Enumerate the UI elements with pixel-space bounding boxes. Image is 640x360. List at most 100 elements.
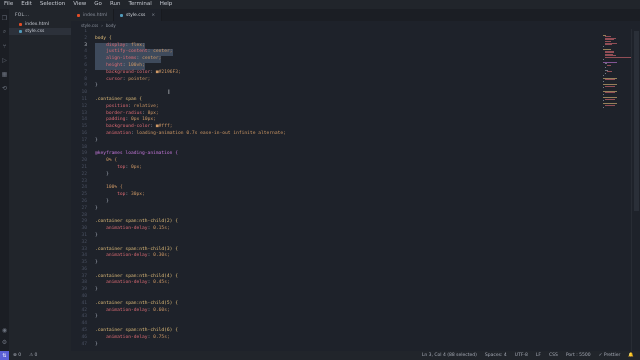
tab-style-css[interactable]: style.css × — [114, 9, 163, 21]
explorer-header[interactable]: FOL... — [9, 9, 71, 21]
tab-label: style.css — [126, 12, 146, 18]
code-line[interactable]: 38 animation-delay: 0.45s; — [71, 280, 601, 287]
code-line[interactable]: 5 align-items: center; — [71, 56, 601, 63]
code-text: } — [95, 314, 98, 320]
code-line[interactable]: 35} — [71, 260, 601, 267]
code-line[interactable]: 30 animation-delay: 0.15s; — [71, 226, 601, 233]
code-line[interactable]: 11 .container span { — [71, 97, 601, 104]
live-server-port[interactable]: Port : 5500 — [562, 353, 595, 358]
code-text: animation-delay: 0.30s; — [106, 253, 170, 259]
code-line[interactable]: 16 animation: loading-animation 0.7s eas… — [71, 131, 601, 138]
run-debug-icon[interactable]: ▷ — [0, 55, 9, 65]
minimap[interactable] — [601, 29, 631, 351]
code-line[interactable]: 23 — [71, 179, 601, 186]
settings-icon[interactable]: ⚙ — [0, 339, 9, 346]
code-line[interactable]: 22 } — [71, 172, 601, 179]
explorer-icon[interactable]: ❐ — [0, 13, 9, 23]
html-file-icon — [19, 23, 22, 26]
code-line[interactable]: 6 height: 100vh; — [71, 62, 601, 70]
code-line[interactable]: 34 animation-delay: 0.30s; — [71, 253, 601, 260]
file-item-index[interactable]: index.html — [9, 21, 71, 28]
code-editor[interactable]: 1 2 body {3 display: flex; 4 justify-conten… — [71, 29, 601, 351]
code-text: } — [95, 171, 109, 177]
breadcrumb-item-symbol[interactable]: body — [106, 23, 116, 28]
code-line[interactable]: 10 — [71, 90, 601, 97]
code-line[interactable]: 12 position: relative; — [71, 104, 601, 111]
menu-item-terminal[interactable]: Terminal — [124, 0, 155, 9]
encoding[interactable]: UTF-8 — [511, 353, 532, 358]
code-line[interactable]: 20 0% { — [71, 158, 601, 165]
line-number: 20 — [81, 158, 87, 164]
search-icon[interactable]: ⌕ — [0, 27, 9, 37]
extensions-icon[interactable]: ▦ — [0, 69, 9, 79]
tab-index-html[interactable]: index.html — [71, 9, 114, 21]
explorer-sidebar: FOL... index.html style.css — [9, 9, 71, 351]
code-line[interactable]: 25 top: 30px; — [71, 192, 601, 199]
code-text: background-color: ■#fff; — [106, 124, 173, 130]
line-number: 26 — [81, 198, 87, 204]
code-line[interactable]: 27} — [71, 206, 601, 213]
menu-item-view[interactable]: View — [69, 0, 90, 9]
code-line[interactable]: 15 background-color: ■#fff; — [71, 124, 601, 131]
scrollbar-thumb[interactable] — [634, 31, 639, 211]
minimap-line — [607, 65, 612, 66]
code-line[interactable]: 43} — [71, 314, 601, 321]
code-line[interactable]: 1 — [71, 29, 601, 36]
line-number: 31 — [81, 232, 87, 238]
code-text: animation-delay: 0.75s; — [106, 334, 170, 340]
menu-item-run[interactable]: Run — [106, 0, 125, 9]
menu-item-go[interactable]: Go — [90, 0, 106, 9]
code-line[interactable]: 24 100% { — [71, 185, 601, 192]
code-text: } — [95, 198, 109, 204]
mouse-cursor-icon: I — [168, 89, 170, 96]
code-text: .container span:nth-child(6) { — [95, 328, 178, 334]
code-line[interactable]: 32 — [71, 240, 601, 247]
account-icon[interactable]: ◉ — [0, 327, 9, 334]
code-line[interactable]: 41 .container span:nth-child(5) { — [71, 301, 601, 308]
code-line[interactable]: 21 top: 0px; — [71, 165, 601, 172]
menu-item-help[interactable]: Help — [156, 0, 177, 9]
code-line[interactable]: 39} — [71, 287, 601, 294]
menu-item-edit[interactable]: Edit — [17, 0, 36, 9]
bell-icon[interactable]: 🔔 — [624, 353, 638, 358]
code-line[interactable]: 40 — [71, 294, 601, 301]
end-of-line[interactable]: LF — [532, 353, 545, 358]
source-control-icon[interactable]: ⑂ — [0, 41, 9, 51]
code-line[interactable]: 7 background-color: ■#2196F3; — [71, 70, 601, 77]
minimap-line — [605, 57, 631, 58]
prettier-status[interactable]: ✓ Prettier — [595, 353, 625, 358]
html-file-icon — [77, 13, 80, 17]
minimap-line — [605, 98, 616, 100]
code-line[interactable]: 46 animation-delay: 0.75s; — [71, 335, 601, 342]
vertical-scrollbar[interactable] — [631, 29, 640, 351]
errors-count[interactable]: ⊗ 0 — [9, 353, 25, 358]
menu-bar: File Edit Selection View Go Run Terminal Help — [0, 0, 640, 9]
code-line[interactable]: 17} — [71, 138, 601, 145]
breadcrumb-item-file[interactable]: style.css — [81, 23, 98, 28]
css-file-icon — [120, 13, 123, 17]
code-line[interactable]: 45 .container span:nth-child(6) { — [71, 328, 601, 335]
code-line[interactable]: 2 body { — [71, 36, 601, 43]
code-text: } — [95, 205, 98, 211]
code-line[interactable]: 42 animation-delay: 0.60s; — [71, 308, 601, 315]
code-line[interactable]: 19 @keyframes loading-animation { — [71, 151, 601, 158]
remote-icon[interactable]: ⇅ — [0, 351, 9, 360]
live-share-icon[interactable]: ⟲ — [0, 83, 9, 93]
code-text: animation-delay: 0.45s; — [106, 280, 170, 286]
code-line[interactable]: 9} — [71, 83, 601, 90]
language-mode[interactable]: CSS — [545, 353, 562, 358]
close-icon[interactable]: × — [151, 13, 155, 18]
minimap-line — [605, 105, 616, 106]
code-line[interactable]: 47} — [71, 342, 601, 349]
menu-item-selection[interactable]: Selection — [36, 0, 69, 9]
code-text: animation-delay: 0.15s; — [106, 226, 170, 232]
warnings-count[interactable]: ⚠ 0 — [25, 353, 41, 358]
code-line[interactable]: 8 cursor: pointer; — [71, 77, 601, 84]
cursor-position[interactable]: Ln 3, Col 4 (88 selected) — [418, 353, 481, 358]
file-item-style[interactable]: style.css — [9, 28, 71, 35]
code-line[interactable]: 36 — [71, 267, 601, 274]
menu-item-file[interactable]: File — [0, 0, 17, 9]
indentation[interactable]: Spaces: 4 — [481, 353, 511, 358]
code-line[interactable]: 26 } — [71, 199, 601, 206]
code-line[interactable]: 31} — [71, 233, 601, 240]
